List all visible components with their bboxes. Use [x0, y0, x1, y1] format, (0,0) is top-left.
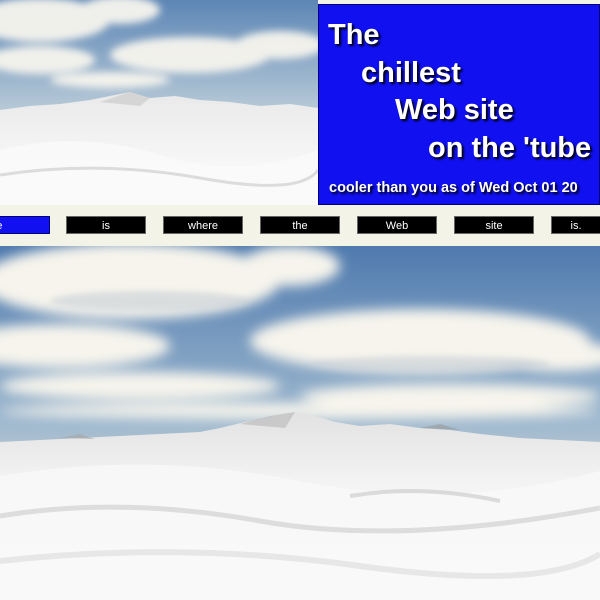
title-line-1: The — [328, 19, 380, 51]
nav-bar: Home is where the Web site is. — [0, 205, 600, 246]
title-panel: The chillest Web site on the 'tube coole… — [318, 4, 600, 205]
snow-landscape-image-top — [0, 0, 318, 205]
title-line-2: chillest — [361, 57, 461, 89]
nav-the-button[interactable]: the — [260, 216, 340, 234]
nav-is-period-button[interactable]: is. — [551, 216, 600, 234]
subtitle: cooler than you as of Wed Oct 01 20 — [329, 180, 578, 196]
title-line-4: on the 'tube — [428, 132, 592, 164]
nav-site-button[interactable]: site — [454, 216, 534, 234]
nav-web-button[interactable]: Web — [357, 216, 437, 234]
nav-home-button[interactable]: Home — [0, 216, 50, 234]
nav-is-button[interactable]: is — [66, 216, 146, 234]
snow-landscape-image-main — [0, 246, 600, 600]
title-line-3: Web site — [395, 94, 514, 126]
nav-where-button[interactable]: where — [163, 216, 243, 234]
